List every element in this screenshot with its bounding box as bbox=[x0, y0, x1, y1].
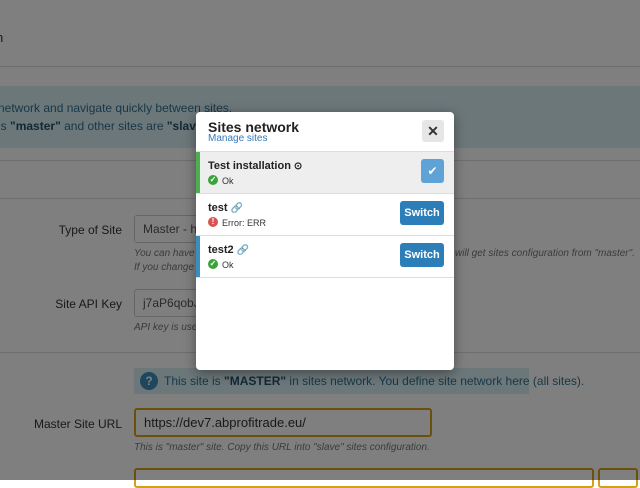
link-icon: 🔗 bbox=[236, 245, 250, 256]
site-name: Test installation ⊙ bbox=[208, 160, 303, 172]
site-name: test 🔗 bbox=[208, 202, 244, 214]
active-indicator bbox=[196, 152, 200, 193]
ok-icon: ✓ bbox=[208, 175, 218, 185]
divider bbox=[196, 277, 454, 278]
switch-button[interactable]: Switch bbox=[400, 243, 444, 267]
site-status: Error: ERR bbox=[222, 218, 267, 228]
site-row-test: test 🔗 ! Error: ERR Switch bbox=[196, 193, 454, 235]
ok-icon: ✓ bbox=[208, 259, 218, 269]
switch-button[interactable]: Switch bbox=[400, 201, 444, 225]
site-row-test2: test2 🔗 ✓ Ok Switch bbox=[196, 235, 454, 277]
error-icon: ! bbox=[208, 217, 218, 227]
site-status: Ok bbox=[222, 176, 234, 186]
site-name: test2 🔗 bbox=[208, 244, 250, 256]
current-site-icon: ⊙ bbox=[293, 161, 303, 172]
close-button[interactable]: ✕ bbox=[422, 120, 444, 142]
site-indicator bbox=[196, 236, 200, 277]
current-site-check-button[interactable]: ✔ bbox=[421, 159, 444, 183]
close-icon: ✕ bbox=[427, 123, 439, 139]
site-status: Ok bbox=[222, 260, 234, 270]
sites-network-modal: Sites network Manage sites ✕ Test instal… bbox=[196, 112, 454, 370]
site-row-test-installation: Test installation ⊙ ✓ Ok ✔ bbox=[196, 151, 454, 193]
check-icon: ✔ bbox=[427, 164, 438, 178]
link-icon: 🔗 bbox=[230, 203, 244, 214]
manage-sites-link[interactable]: Manage sites bbox=[208, 133, 267, 144]
